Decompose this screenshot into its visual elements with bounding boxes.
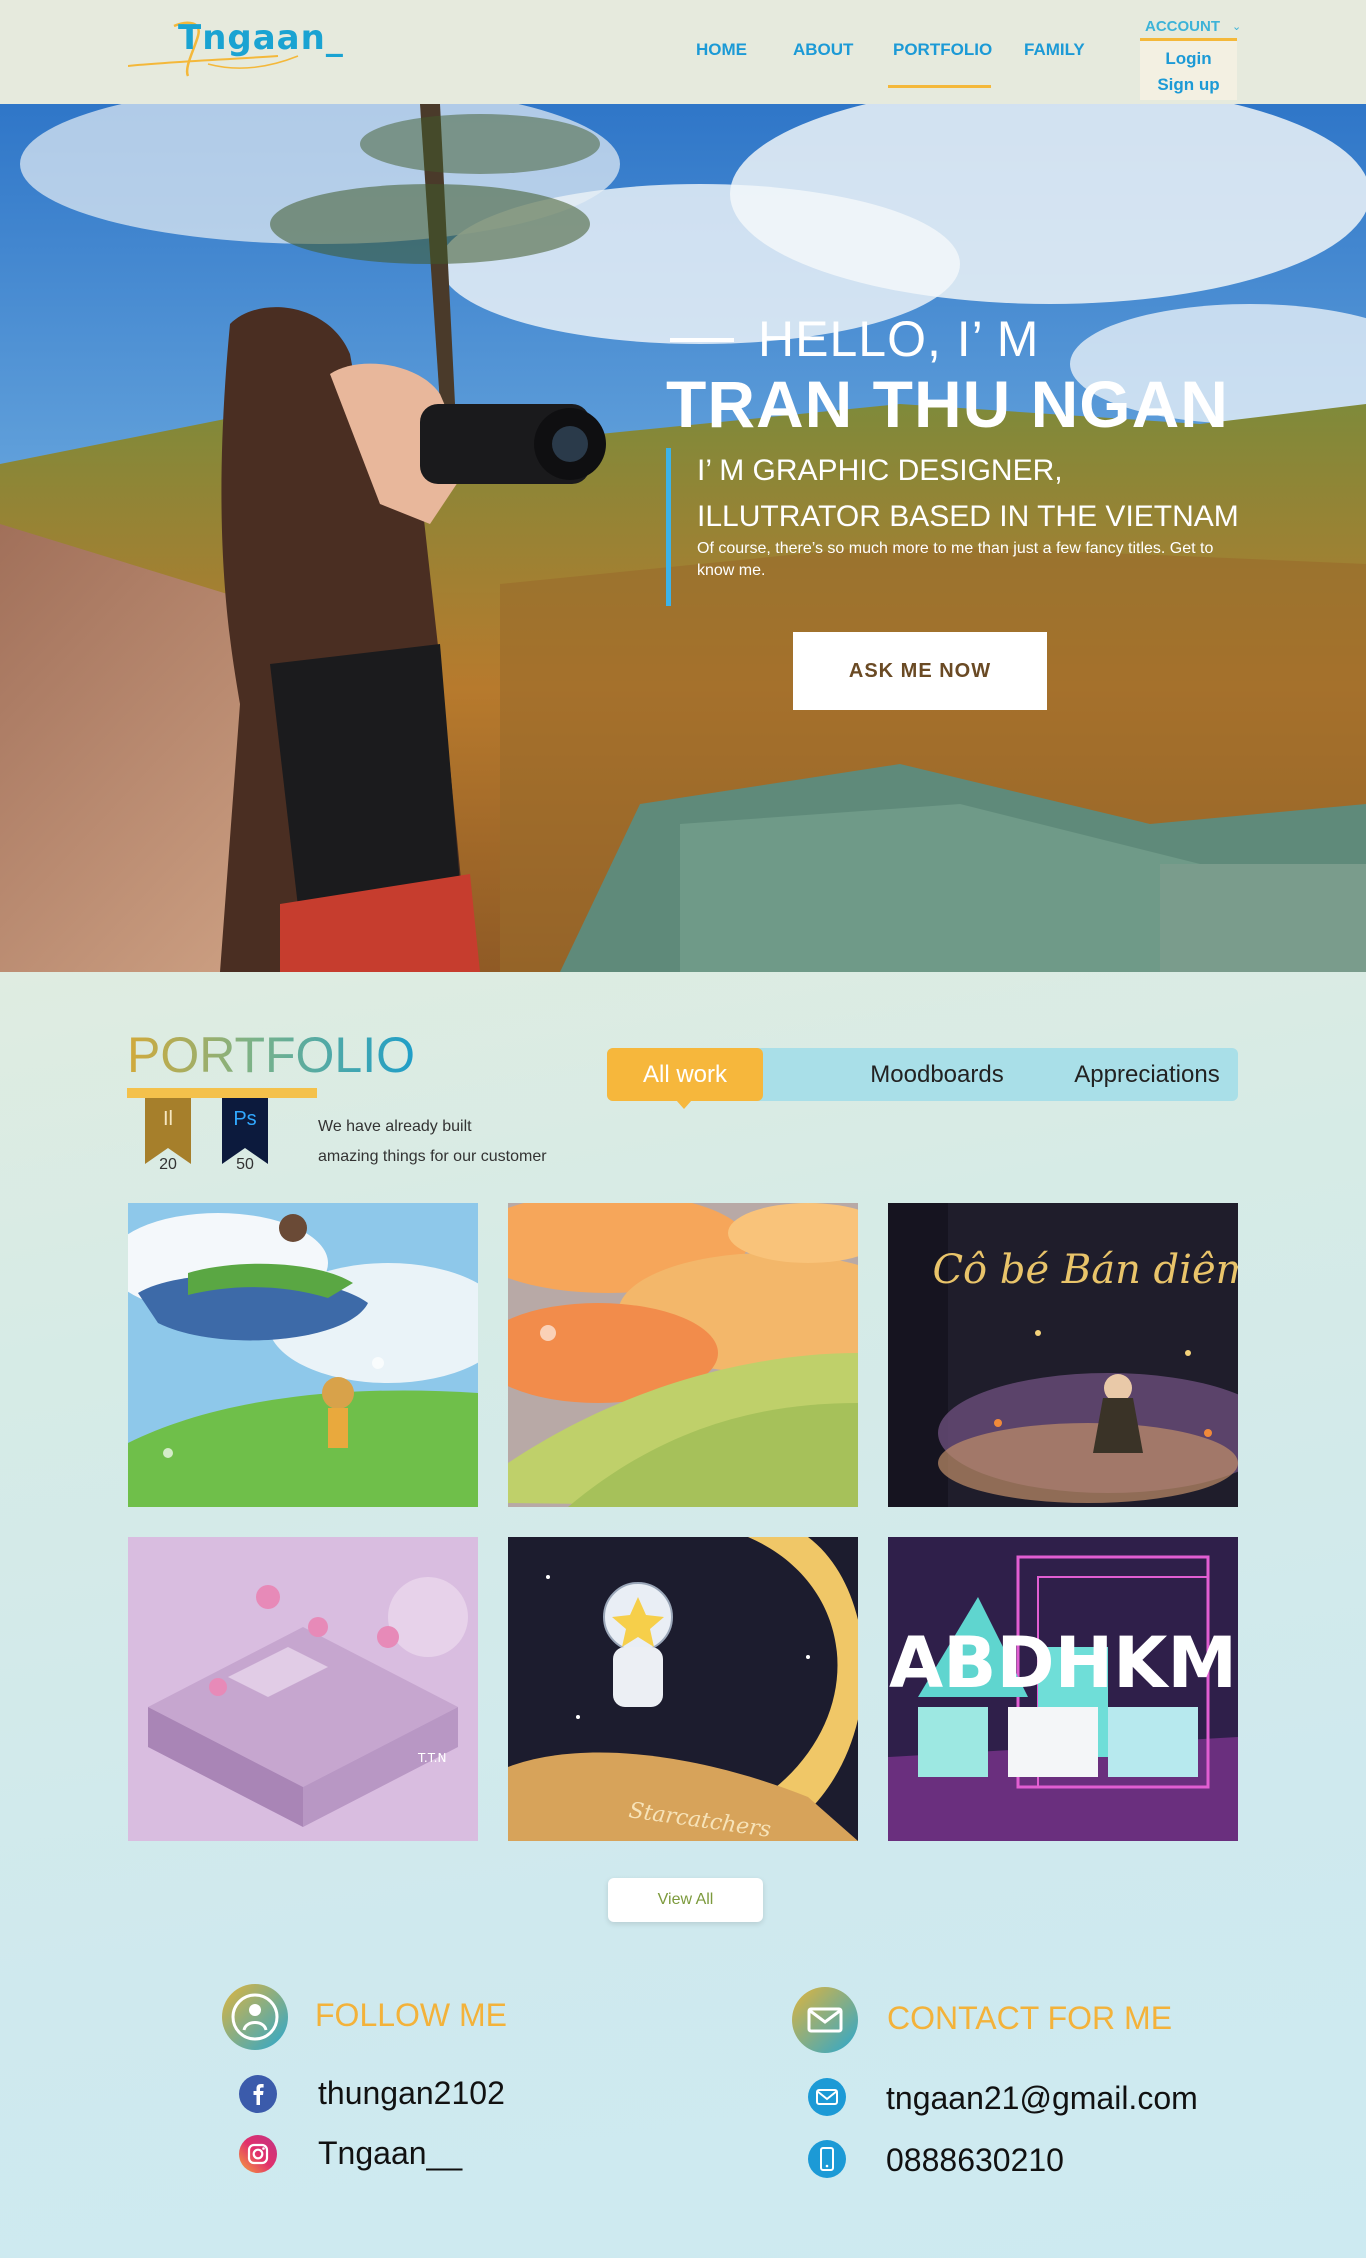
account-dropdown[interactable]: ACCOUNT ⌄ Login Sign up bbox=[1140, 16, 1241, 102]
contact-mail-icon bbox=[792, 1987, 858, 2053]
contact-title: CONTACT FOR ME bbox=[887, 2000, 1173, 2036]
hero-accent-bar bbox=[666, 448, 671, 606]
portfolio-tabs: All work Moodboards Appreciations bbox=[607, 1048, 1238, 1101]
nav-family[interactable]: FAMILY bbox=[1024, 40, 1085, 60]
hero-greeting: HELLO, I’ M bbox=[758, 311, 1040, 367]
portfolio-title-underline bbox=[127, 1088, 317, 1098]
nav-home[interactable]: HOME bbox=[696, 40, 747, 60]
work-tile-isometric[interactable]: T.T.N bbox=[128, 1537, 478, 1841]
photoshop-badge: Ps bbox=[222, 1098, 268, 1164]
chevron-down-icon[interactable]: ⌄ bbox=[1232, 20, 1241, 33]
isometric-caption: T.T.N bbox=[417, 1751, 446, 1765]
tab-moodboards[interactable]: Moodboards bbox=[837, 1048, 1037, 1101]
ask-me-now-button[interactable]: ASK ME NOW bbox=[793, 632, 1047, 710]
follow-me-icon bbox=[222, 1984, 288, 2050]
hero-name: TRAN THU NGAN bbox=[666, 367, 1229, 441]
illustrator-badge-label: Il bbox=[163, 1108, 173, 1130]
signup-link[interactable]: Sign up bbox=[1140, 75, 1237, 95]
tab-all-work[interactable]: All work bbox=[607, 1048, 763, 1101]
instagram-icon[interactable] bbox=[239, 2135, 277, 2173]
photoshop-count: 50 bbox=[236, 1156, 254, 1173]
site-logo[interactable]: Tngaan_ bbox=[128, 16, 348, 86]
starcatchers-illustration: Starcatchers bbox=[508, 1537, 858, 1841]
facebook-icon[interactable] bbox=[239, 2075, 277, 2113]
account-label[interactable]: ACCOUNT bbox=[1145, 18, 1220, 35]
login-link[interactable]: Login bbox=[1140, 49, 1237, 69]
photoshop-badge-label: Ps bbox=[233, 1108, 257, 1130]
isometric-21-illustration: T.T.N bbox=[128, 1537, 478, 1841]
portfolio-title: PORTFOLIO bbox=[127, 1027, 416, 1083]
hero-dash-decoration bbox=[670, 338, 734, 342]
active-tab-pointer bbox=[676, 1100, 692, 1109]
sunset-clouds-illustration bbox=[508, 1203, 858, 1507]
portfolio-description-line1: We have already built bbox=[318, 1118, 472, 1135]
nav-active-indicator bbox=[888, 85, 991, 88]
instagram-handle[interactable]: Tngaan__ bbox=[318, 2135, 462, 2172]
hero-role-line1: I’ M GRAPHIC DESIGNER, bbox=[697, 454, 1063, 487]
illustrator-count: 20 bbox=[159, 1156, 177, 1173]
hero-role-line2: ILLUTRATOR BASED IN THE VIETNAM bbox=[697, 500, 1239, 533]
nav-portfolio[interactable]: PORTFOLIO bbox=[893, 40, 992, 60]
email-icon[interactable] bbox=[808, 2078, 846, 2116]
site-header: Tngaan_ HOME ABOUT PORTFOLIO FAMILY ACCO… bbox=[0, 0, 1366, 104]
typography-caption: ABDHKM bbox=[889, 1622, 1237, 1704]
hero-section: HELLO, I’ M TRAN THU NGAN I’ M GRAPHIC D… bbox=[0, 104, 1366, 972]
work-tile-whale[interactable] bbox=[128, 1203, 478, 1507]
phone-number[interactable]: 0888630210 bbox=[886, 2142, 1064, 2179]
email-address[interactable]: tngaan21@gmail.com bbox=[886, 2080, 1198, 2117]
logo-text: Tngaan_ bbox=[178, 18, 344, 58]
book-cover-illustration: Cô bé Bán diêm bbox=[888, 1203, 1238, 1507]
account-menu: Login Sign up bbox=[1140, 38, 1237, 100]
follow-me-title: FOLLOW ME bbox=[315, 1997, 508, 2033]
nav-about[interactable]: ABOUT bbox=[793, 40, 853, 60]
portfolio-description-line2: amazing things for our customer bbox=[318, 1148, 547, 1165]
view-all-button[interactable]: View All bbox=[608, 1878, 763, 1922]
book-cover-title: Cô bé Bán diêm bbox=[932, 1247, 1238, 1293]
work-tile-typography[interactable]: ABDHKM bbox=[888, 1537, 1238, 1841]
facebook-handle[interactable]: thungan2102 bbox=[318, 2075, 505, 2112]
work-tile-starcatchers[interactable]: Starcatchers bbox=[508, 1537, 858, 1841]
work-tile-book-cover[interactable]: Cô bé Bán diêm bbox=[888, 1203, 1238, 1507]
work-tile-sunset[interactable] bbox=[508, 1203, 858, 1507]
phone-icon[interactable] bbox=[808, 2140, 846, 2178]
tab-appreciations[interactable]: Appreciations bbox=[1057, 1048, 1237, 1101]
illustrator-badge: Il bbox=[145, 1098, 191, 1164]
typography-3d-illustration: ABDHKM bbox=[888, 1537, 1238, 1841]
whale-sky-illustration bbox=[128, 1203, 478, 1507]
hero-description: Of course, there’s so much more to me th… bbox=[697, 540, 1214, 579]
